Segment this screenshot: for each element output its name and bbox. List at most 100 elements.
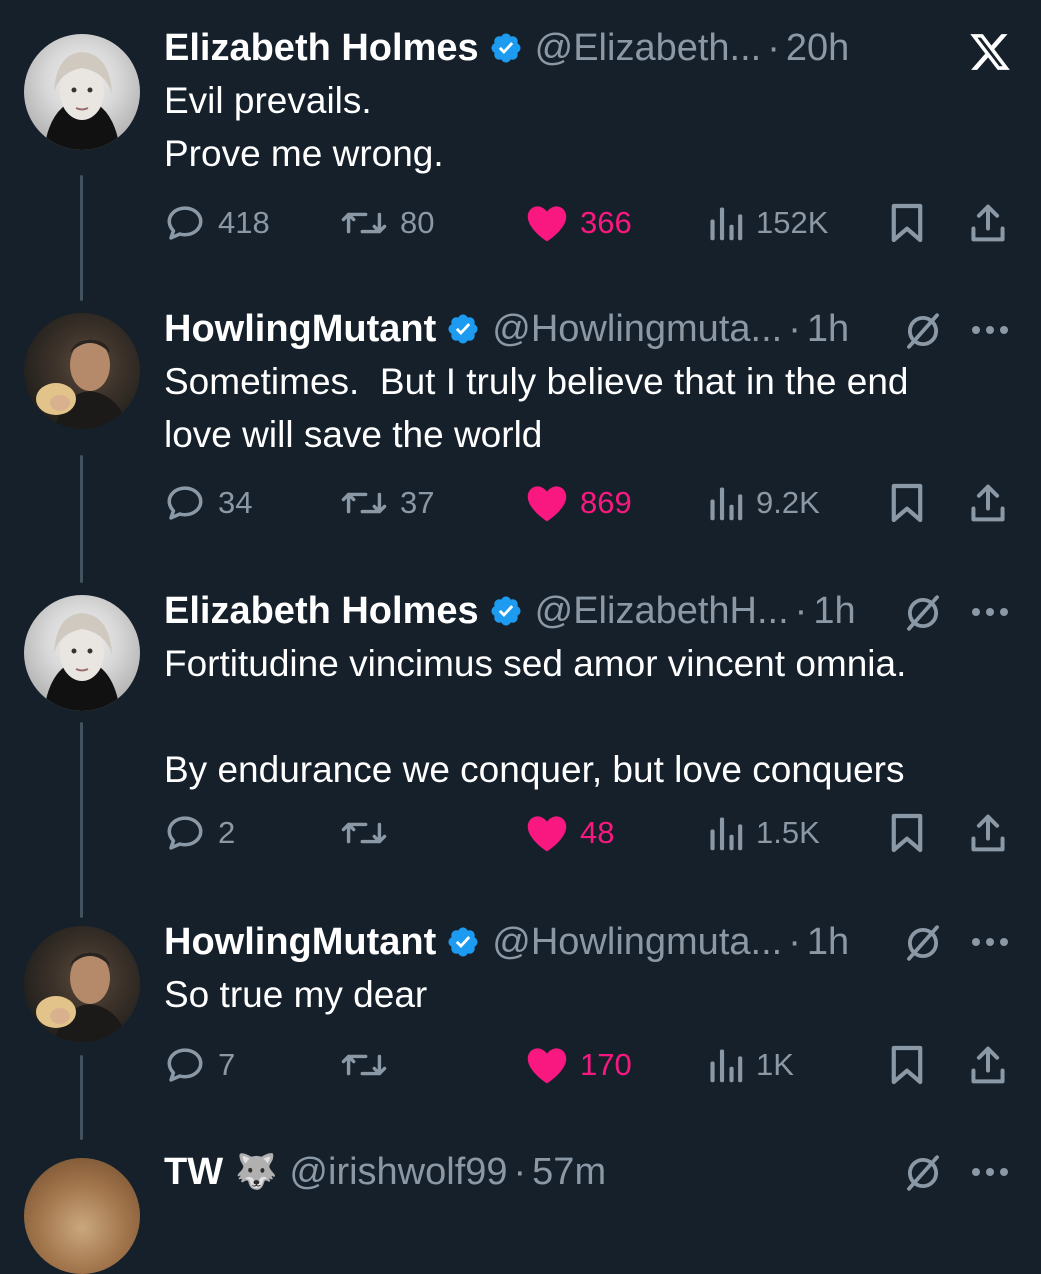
reply-count: 2: [218, 815, 236, 850]
repost-arrows-icon: [340, 1044, 388, 1086]
tweet-actions: 34 37 869 9.2K: [164, 478, 1015, 528]
views-button[interactable]: 152K: [708, 198, 828, 248]
share-upload-icon: [968, 1044, 1008, 1086]
share-upload-icon: [968, 482, 1008, 524]
views-count: 152K: [756, 205, 829, 240]
bookmark-icon: [890, 202, 924, 244]
timestamp[interactable]: 57m: [532, 1151, 606, 1194]
avatar[interactable]: [24, 1158, 140, 1274]
tweet-text: So true my dear: [164, 974, 428, 1015]
views-button[interactable]: 9.2K: [708, 478, 820, 528]
verified-badge-icon: [446, 925, 480, 959]
tweet-text: Sometimes. But I truly believe that in t…: [164, 361, 919, 455]
bookmark-icon: [890, 482, 924, 524]
display-name[interactable]: HowlingMutant: [164, 308, 436, 351]
reply-count: 34: [218, 485, 253, 520]
reply-button[interactable]: 418: [164, 198, 270, 248]
more-options-icon[interactable]: [968, 930, 1012, 959]
timestamp[interactable]: 1h: [813, 590, 855, 633]
like-button[interactable]: 170: [526, 1040, 632, 1090]
repost-button[interactable]: [340, 1040, 400, 1090]
thread-line: [80, 722, 83, 918]
bookmark-icon: [890, 1044, 924, 1086]
thread-line: [80, 175, 83, 301]
user-handle[interactable]: @Elizabeth...: [535, 27, 762, 70]
like-button[interactable]: 869: [526, 478, 632, 528]
muted-conversation-icon[interactable]: [902, 592, 944, 639]
like-button[interactable]: 48: [526, 808, 614, 858]
repost-arrows-icon: [340, 482, 388, 524]
muted-conversation-icon[interactable]: [902, 1152, 944, 1199]
display-name[interactable]: Elizabeth Holmes: [164, 27, 479, 70]
speech-bubble-icon: [164, 482, 206, 524]
verified-badge-icon: [489, 594, 523, 628]
timestamp[interactable]: 1h: [807, 308, 849, 351]
bookmark-button[interactable]: [890, 478, 924, 528]
thread-line: [80, 455, 83, 583]
display-name[interactable]: TW: [164, 1151, 223, 1194]
tweet-header: Elizabeth Holmes @Elizabeth... · 20h: [164, 24, 1041, 72]
more-options-icon[interactable]: [968, 318, 1012, 347]
like-button[interactable]: 366: [526, 198, 632, 248]
reply-count: 418: [218, 205, 270, 240]
share-upload-icon: [968, 812, 1008, 854]
user-handle[interactable]: @Howlingmuta...: [492, 921, 782, 964]
bookmark-button[interactable]: [890, 198, 924, 248]
separator-dot: ·: [794, 589, 808, 632]
like-count: 869: [580, 485, 632, 520]
views-count: 1.5K: [756, 815, 820, 850]
avatar[interactable]: [24, 313, 140, 429]
reply-button[interactable]: 2: [164, 808, 235, 858]
tweet-text: Fortitudine vincimus sed amor vincent om…: [164, 643, 907, 790]
user-handle[interactable]: @Howlingmuta...: [492, 308, 782, 351]
separator-dot: ·: [788, 920, 801, 963]
heart-icon: [526, 813, 568, 853]
avatar[interactable]: [24, 926, 140, 1042]
separator-dot: ·: [788, 307, 801, 350]
tweet-text: Evil prevails. Prove me wrong.: [164, 80, 444, 174]
views-button[interactable]: 1.5K: [708, 808, 820, 858]
views-count: 1K: [756, 1047, 794, 1082]
bar-chart-icon: [708, 814, 744, 852]
muted-conversation-icon[interactable]: [902, 310, 944, 357]
repost-arrows-icon: [340, 812, 388, 854]
thread-line: [80, 1055, 83, 1140]
user-handle[interactable]: @irishwolf99: [289, 1151, 507, 1194]
tweet[interactable]: Elizabeth Holmes @Elizabeth... · 20h Evi…: [164, 24, 1041, 180]
bookmark-icon: [890, 812, 924, 854]
display-name[interactable]: HowlingMutant: [164, 921, 436, 964]
timestamp[interactable]: 1h: [807, 921, 849, 964]
tweet-actions: 7 170 1K: [164, 1040, 1015, 1090]
bookmark-button[interactable]: [890, 1040, 924, 1090]
share-button[interactable]: [968, 808, 1008, 858]
views-count: 9.2K: [756, 485, 820, 520]
speech-bubble-icon: [164, 1044, 206, 1086]
timestamp[interactable]: 20h: [786, 27, 849, 70]
more-options-icon[interactable]: [968, 600, 1012, 629]
reply-button[interactable]: 34: [164, 478, 252, 528]
bar-chart-icon: [708, 484, 744, 522]
avatar[interactable]: [24, 595, 140, 711]
tweet-actions: 418 80 366 152K: [164, 198, 1015, 248]
wolf-emoji-icon: 🐺: [235, 1153, 278, 1191]
repost-arrows-icon: [340, 202, 388, 244]
reply-button[interactable]: 7: [164, 1040, 235, 1090]
share-button[interactable]: [968, 478, 1008, 528]
views-button[interactable]: 1K: [708, 1040, 794, 1090]
heart-icon: [526, 483, 568, 523]
display-name[interactable]: Elizabeth Holmes: [164, 590, 479, 633]
bookmark-button[interactable]: [890, 808, 924, 858]
more-options-icon[interactable]: [968, 1160, 1012, 1189]
tweet-actions: 2 48 1.5K: [164, 808, 1015, 858]
speech-bubble-icon: [164, 812, 206, 854]
like-count: 366: [580, 205, 632, 240]
muted-conversation-icon[interactable]: [902, 922, 944, 969]
share-button[interactable]: [968, 1040, 1008, 1090]
share-button[interactable]: [968, 198, 1008, 248]
heart-icon: [526, 203, 568, 243]
repost-button[interactable]: [340, 808, 400, 858]
repost-button[interactable]: 37: [340, 478, 434, 528]
repost-button[interactable]: 80: [340, 198, 434, 248]
user-handle[interactable]: @ElizabethH...: [535, 590, 789, 633]
avatar[interactable]: [24, 34, 140, 150]
